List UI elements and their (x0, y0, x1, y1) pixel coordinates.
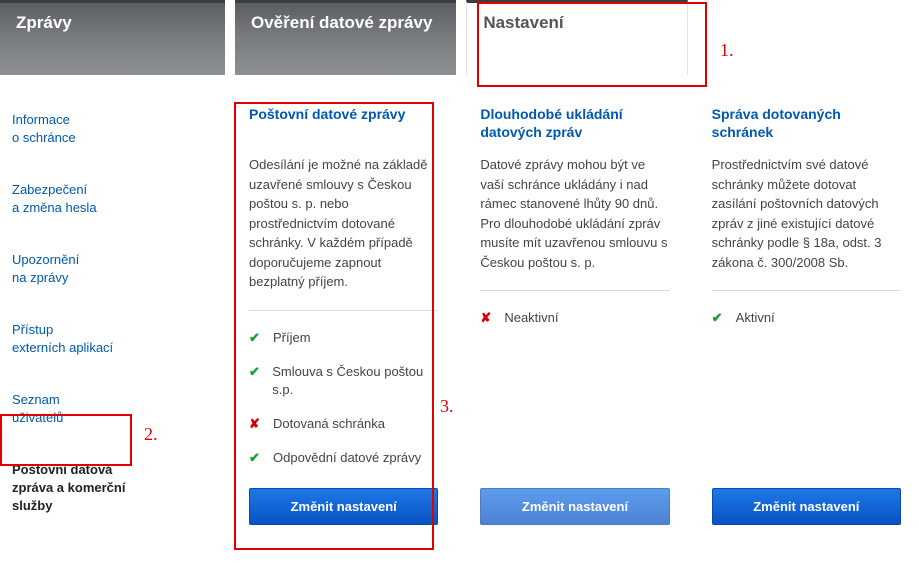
sidebar-item-external-apps[interactable]: Přístup externích aplikací (6, 315, 116, 363)
panel-sponsored-desc: Prostřednictvím své datové schránky může… (712, 155, 901, 272)
change-settings-button-sponsored[interactable]: Změnit nastavení (712, 488, 901, 525)
panel-storage: Dlouhodobé ukládání datových zpráv Datov… (466, 75, 687, 535)
cross-icon: ✘ (480, 309, 494, 327)
check-icon: ✔ (712, 309, 726, 327)
check-icon: ✔ (249, 329, 263, 347)
tab-settings[interactable]: Nastavení (466, 0, 687, 75)
divider (712, 290, 901, 291)
tab-verify-label: Ověření datové zprávy (251, 13, 432, 32)
sidebar-item-postal-commercial[interactable]: Poštovní datová zpráva a komerční služby (6, 455, 136, 521)
panel-sponsored-title: Správa dotovaných schránek (712, 105, 901, 141)
tab-settings-label: Nastavení (483, 13, 563, 32)
cross-icon: ✘ (249, 415, 263, 433)
status-item-reception: ✔ Příjem (249, 321, 438, 355)
tab-verify[interactable]: Ověření datové zprávy (235, 0, 456, 75)
status-item-contract: ✔ Smlouva s Českou poštou s.p. (249, 355, 438, 407)
panel-postal-desc: Odesílání je možné na základě uzavřené s… (249, 155, 438, 292)
divider (249, 310, 438, 311)
change-settings-button-storage[interactable]: Změnit nastavení (480, 488, 669, 525)
panel-sponsored: Správa dotovaných schránek Prostřednictv… (698, 75, 919, 535)
sidebar-item-users[interactable]: Seznam uživatelů (6, 385, 116, 433)
panel-postal: Poštovní datové zprávy Odesílání je možn… (235, 75, 456, 535)
sponsored-status-list: ✔ Aktivní (712, 301, 901, 335)
status-item-sponsored-box: ✘ Dotovaná schránka (249, 407, 438, 441)
sidebar-item-security[interactable]: Zabezpečení a změna hesla (6, 175, 116, 223)
status-item-sponsored-active: ✔ Aktivní (712, 301, 901, 335)
sidebar-item-notifications[interactable]: Upozornění na zprávy (6, 245, 116, 293)
panel-postal-title: Poštovní datové zprávy (249, 105, 438, 141)
postal-status-list: ✔ Příjem ✔ Smlouva s Českou poštou s.p. … (249, 321, 438, 476)
tab-messages-label: Zprávy (16, 13, 72, 32)
tab-messages[interactable]: Zprávy (0, 0, 225, 75)
status-item-storage-inactive: ✘ Neaktivní (480, 301, 669, 335)
panel-storage-desc: Datové zprávy mohou být ve vaší schránce… (480, 155, 669, 272)
change-settings-button-postal[interactable]: Změnit nastavení (249, 488, 438, 525)
storage-status-list: ✘ Neaktivní (480, 301, 669, 335)
divider (480, 290, 669, 291)
settings-sidebar: Informace o schránce Zabezpečení a změna… (0, 75, 225, 543)
check-icon: ✔ (249, 449, 263, 467)
check-icon: ✔ (249, 363, 262, 381)
panel-storage-title: Dlouhodobé ukládání datových zpráv (480, 105, 669, 141)
status-item-reply-msgs: ✔ Odpovědní datové zprávy (249, 441, 438, 475)
sidebar-item-mailbox-info[interactable]: Informace o schránce (6, 105, 116, 153)
